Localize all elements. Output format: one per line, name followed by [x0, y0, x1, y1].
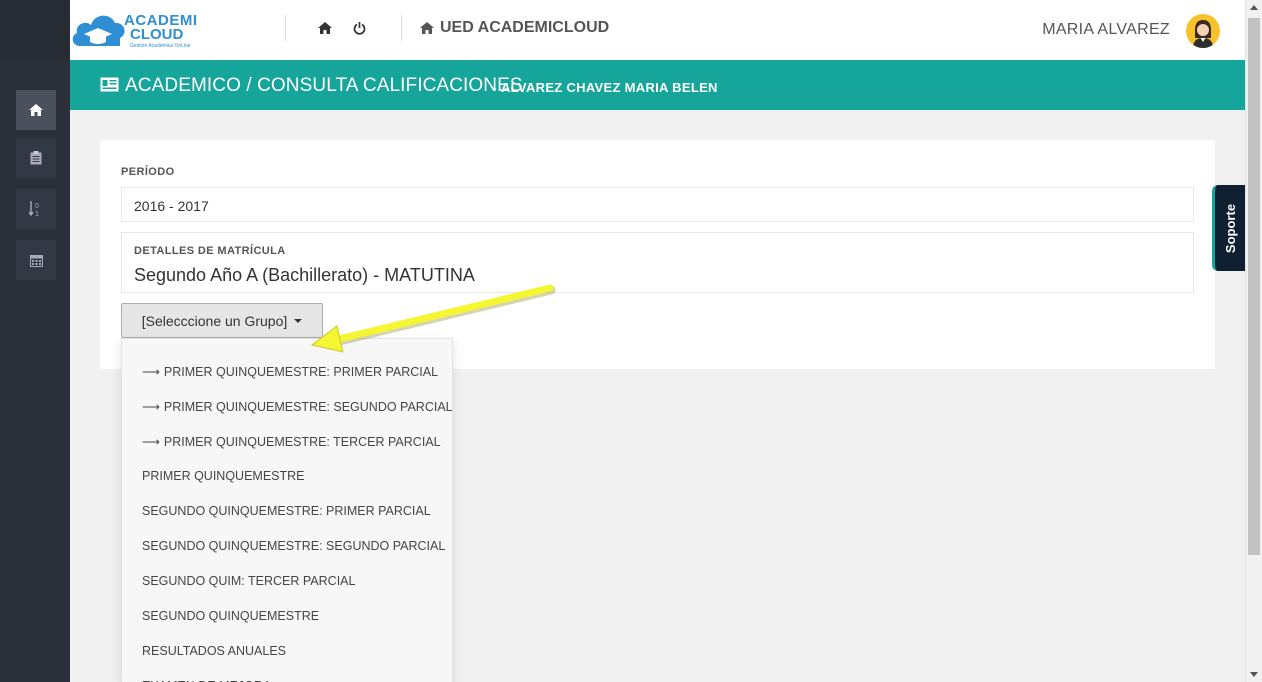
select-group-label: [Selecccione un Grupo]: [141, 312, 288, 329]
dropdown-item[interactable]: SEGUNDO QUINQUEMESTRE: [142, 609, 319, 623]
dropdown-item-label: SEGUNDO QUINQUEMESTRE: SEGUNDO PARCIAL: [142, 539, 446, 553]
header-divider: [285, 15, 286, 41]
scroll-up-arrow-icon[interactable]: [1250, 5, 1258, 10]
dropdown-item-label: SEGUNDO QUINQUEMESTRE: [142, 609, 320, 623]
student-name-text: ALVAREZ CHAVEZ MARIA BELEN: [500, 80, 718, 95]
dropdown-item[interactable]: SEGUNDO QUINQUEMESTRE: PRIMER PARCIAL: [142, 504, 431, 518]
student-name: › ALVAREZ CHAVEZ MARIA BELEN: [493, 80, 718, 95]
dropdown-item[interactable]: ⟶ PRIMER QUINQUEMESTRE: PRIMER PARCIAL: [142, 364, 439, 380]
brand-title: UED ACADEMICLOUD: [420, 19, 609, 37]
cloud-logo-icon: [72, 15, 125, 46]
home-icon: [29, 104, 43, 116]
dropdown-item-label: PRIMER QUINQUEMESTRE: TERCER PARCIAL: [163, 434, 441, 449]
arrow-right-icon: ⟶: [142, 365, 160, 379]
page-title-bar: ACADEMICO / CONSULTA CALIFICACIONES › ALV…: [70, 60, 1245, 110]
period-label: PERÍODO: [121, 166, 175, 178]
sort-numeric-icon: 01: [29, 201, 39, 217]
home-icon: [420, 22, 434, 34]
power-button[interactable]: [349, 18, 369, 38]
vertical-scrollbar[interactable]: [1245, 0, 1262, 682]
top-header: ACADEMI CLOUD Gestión Académica OnLine U…: [70, 0, 1245, 60]
arrow-right-icon: ⟶: [142, 435, 160, 449]
enrollment-details-value: Segundo Año A (Bachillerato) - MATUTINA: [134, 265, 475, 285]
dropdown-item[interactable]: PRIMER QUINQUEMESTRE: [142, 469, 305, 483]
dropdown-item-label: PRIMER QUINQUEMESTRE: PRIMER PARCIAL: [163, 364, 439, 379]
support-label: Soporte: [1223, 203, 1239, 253]
left-sidebar: 01: [0, 0, 70, 682]
dropdown-item-label: SEGUNDO QUIM: TERCER PARCIAL: [142, 574, 356, 588]
academicloud-logo[interactable]: ACADEMI CLOUD Gestión Académica OnLine: [70, 6, 197, 54]
dropdown-item[interactable]: ⟶ PRIMER QUINQUEMESTRE: TERCER PARCIAL: [142, 434, 441, 450]
logo-tagline: Gestión Académica OnLine: [130, 43, 191, 49]
sidebar-item-home[interactable]: [16, 90, 56, 130]
power-icon: [353, 21, 365, 35]
group-dropdown-menu: ⟶ PRIMER QUINQUEMESTRE: PRIMER PARCIAL ⟶ PR…: [121, 338, 453, 682]
dropdown-item[interactable]: SEGUNDO QUINQUEMESTRE: SEGUNDO PARCIAL: [142, 539, 445, 553]
period-value: 2016 - 2017: [134, 198, 209, 214]
sidebar-header: [0, 0, 70, 60]
dropdown-item-label: PRIMER QUINQUEMESTRE: SEGUNDO PARCIAL: [163, 399, 453, 414]
arrow-right-icon: ⟶: [142, 400, 160, 414]
header-divider: [401, 15, 402, 41]
id-card-icon: [100, 77, 119, 92]
home-button[interactable]: [315, 18, 335, 38]
user-avatar-icon: [1193, 20, 1213, 48]
enrollment-details: DETALLES DE MATRÍCULA Segundo Año A (Bac…: [121, 232, 1194, 293]
avatar[interactable]: [1186, 14, 1220, 48]
support-tab[interactable]: Soporte: [1212, 185, 1247, 271]
dropdown-item[interactable]: RESULTADOS ANUALES: [142, 644, 286, 658]
dropdown-item-label: RESULTADOS ANUALES: [142, 644, 287, 658]
scroll-down-arrow-icon[interactable]: [1250, 672, 1258, 677]
select-group-button[interactable]: [Selecccione un Grupo]: [121, 303, 323, 338]
enrollment-details-label: DETALLES DE MATRÍCULA: [134, 245, 286, 257]
period-field[interactable]: 2016 - 2017: [121, 187, 1194, 222]
chevron-right-icon: ›: [493, 83, 497, 95]
logo-text-cloud: CLOUD: [130, 26, 184, 43]
user-name[interactable]: MARIA ALVAREZ: [1042, 21, 1170, 39]
caret-down-icon: [294, 318, 303, 323]
breadcrumb: ACADEMICO / CONSULTA CALIFICACIONES: [125, 75, 523, 96]
dropdown-item[interactable]: ⟶ PRIMER QUINQUEMESTRE: SEGUNDO PARCIAL: [142, 399, 453, 415]
dropdown-item-label: SEGUNDO QUINQUEMESTRE: PRIMER PARCIAL: [142, 504, 431, 518]
dropdown-item-label: PRIMER QUINQUEMESTRE: [142, 469, 305, 483]
clipboard-icon: [30, 151, 42, 165]
calendar-icon: [29, 254, 43, 267]
home-icon: [318, 22, 332, 34]
svg-text:1: 1: [35, 211, 39, 217]
dropdown-item[interactable]: SEGUNDO QUIM: TERCER PARCIAL: [142, 574, 355, 588]
sidebar-item-clipboard[interactable]: [16, 138, 56, 178]
sidebar-item-grades[interactable]: 01: [16, 189, 56, 229]
brand-label: UED ACADEMICLOUD: [440, 19, 610, 36]
svg-text:0: 0: [35, 203, 39, 210]
sidebar-item-calendar[interactable]: [16, 240, 56, 280]
scrollbar-thumb[interactable]: [1248, 18, 1260, 555]
